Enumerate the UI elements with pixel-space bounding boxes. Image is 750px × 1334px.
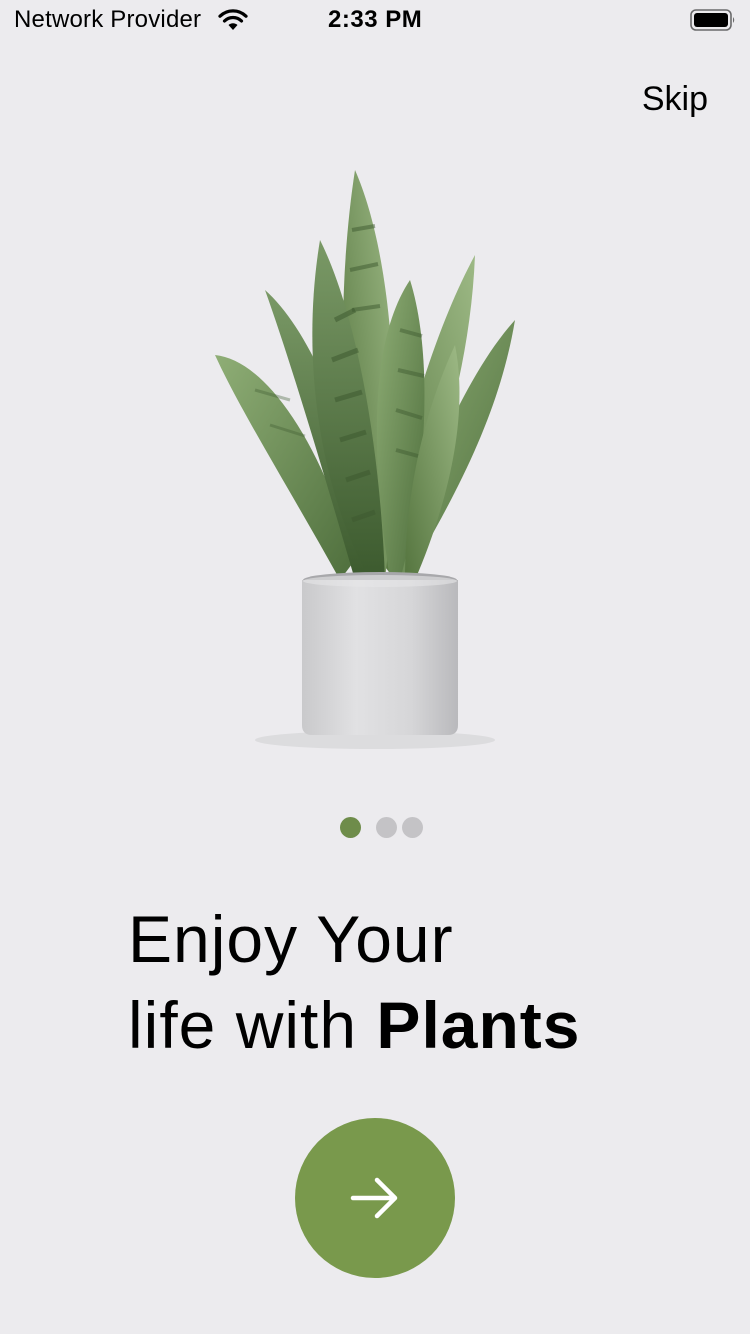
headline-line-2: life with Plants [128, 982, 688, 1068]
plant-image [170, 160, 580, 780]
onboarding-screen: Network Provider 2:33 PM Skip Enjoy Your… [0, 0, 750, 1334]
page-dot-2[interactable] [376, 817, 397, 838]
page-dot-1[interactable] [340, 817, 361, 838]
status-time: 2:33 PM [328, 6, 423, 33]
headline-line-2-bold: Plants [376, 988, 581, 1062]
skip-button[interactable]: Skip [642, 80, 708, 119]
status-bar: Network Provider 2:33 PM [0, 0, 750, 40]
headline-line-1: Enjoy Your [128, 902, 454, 976]
page-dot-3[interactable] [402, 817, 423, 838]
wifi-icon [218, 8, 248, 32]
onboarding-headline: Enjoy Your life with Plants [128, 896, 688, 1068]
battery-full-icon [690, 8, 736, 32]
arrow-right-icon [350, 1177, 398, 1219]
next-button[interactable] [295, 1118, 455, 1278]
carrier-name: Network Provider [14, 6, 202, 33]
page-indicator [340, 817, 430, 839]
headline-line-2-regular: life with [128, 988, 377, 1062]
